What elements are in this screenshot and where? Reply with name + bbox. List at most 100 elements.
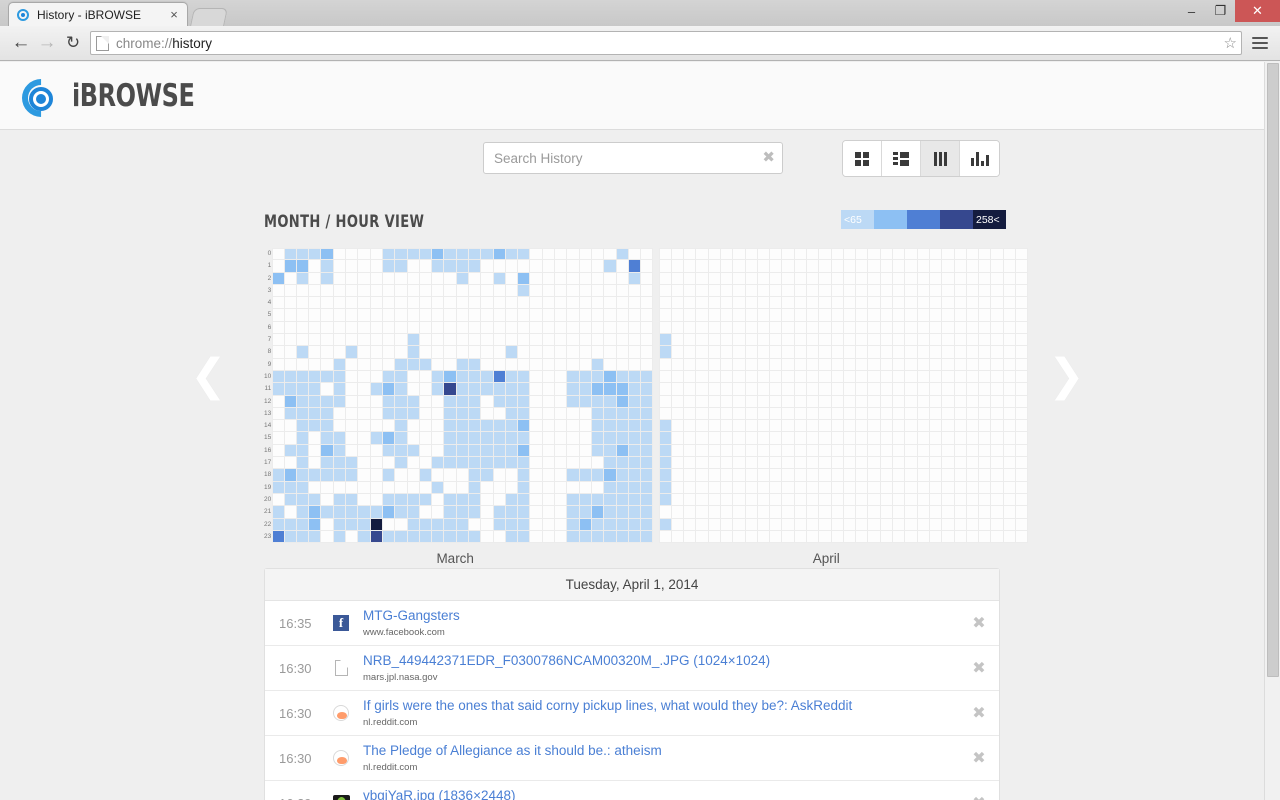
heatmap-cell[interactable] [696, 457, 709, 470]
heatmap-cell[interactable] [856, 530, 869, 544]
heatmap-cell[interactable] [708, 469, 721, 482]
heatmap-cell[interactable] [407, 358, 420, 371]
heatmap-day-column[interactable] [358, 248, 371, 544]
heatmap-cell[interactable] [641, 346, 654, 359]
heatmap-cell[interactable] [530, 481, 543, 494]
heatmap-cell[interactable] [929, 260, 943, 273]
heatmap-cell[interactable] [807, 297, 820, 310]
heatmap-cell[interactable] [991, 248, 1004, 261]
scrollbar-thumb[interactable] [1267, 63, 1279, 677]
heatmap-day-column[interactable] [567, 248, 580, 544]
heatmap-day-column[interactable] [542, 248, 556, 544]
heatmap-cell[interactable] [708, 346, 721, 359]
heatmap-cell[interactable] [671, 530, 685, 544]
heatmap-day-column[interactable] [296, 248, 310, 544]
heatmap-cell[interactable] [493, 457, 506, 470]
heatmap-cell[interactable] [733, 518, 746, 531]
heatmap-cell[interactable] [407, 506, 420, 519]
heatmap-cell[interactable] [272, 248, 285, 261]
heatmap-cell[interactable] [641, 420, 654, 433]
heatmap-cell[interactable] [346, 272, 359, 285]
heatmap-cell[interactable] [468, 432, 482, 445]
heatmap-cell[interactable] [659, 346, 672, 359]
heatmap-cell[interactable] [843, 248, 857, 261]
heatmap-cell[interactable] [567, 358, 580, 371]
heatmap-cell[interactable] [407, 518, 420, 531]
heatmap-cell[interactable] [794, 370, 807, 384]
heatmap-cell[interactable] [745, 346, 758, 359]
heatmap-cell[interactable] [591, 370, 605, 384]
heatmap-cell[interactable] [284, 346, 297, 359]
heatmap-cell[interactable] [309, 334, 322, 347]
heatmap-cell[interactable] [505, 469, 519, 482]
heatmap-cell[interactable] [991, 444, 1004, 458]
heatmap-cell[interactable] [628, 321, 642, 335]
heatmap-cell[interactable] [309, 444, 322, 458]
heatmap-cell[interactable] [505, 272, 519, 285]
heatmap-cell[interactable] [880, 469, 894, 482]
heatmap-cell[interactable] [856, 358, 869, 371]
heatmap-cell[interactable] [493, 297, 506, 310]
heatmap-cell[interactable] [917, 457, 930, 470]
heatmap-cell[interactable] [856, 321, 869, 335]
heatmap-cell[interactable] [555, 248, 568, 261]
heatmap-cell[interactable] [395, 444, 408, 458]
heatmap-cell[interactable] [395, 321, 408, 335]
history-row[interactable]: 16:30 The Pledge of Allegiance as it shou… [265, 736, 999, 781]
heatmap-cell[interactable] [641, 395, 654, 408]
heatmap-cell[interactable] [616, 506, 629, 519]
heatmap-cell[interactable] [530, 309, 543, 322]
heatmap-cell[interactable] [567, 432, 580, 445]
heatmap-cell[interactable] [831, 469, 844, 482]
heatmap-cell[interactable] [567, 493, 580, 507]
heatmap-cell[interactable] [868, 481, 881, 494]
heatmap-cell[interactable] [333, 272, 347, 285]
heatmap-cell[interactable] [407, 346, 420, 359]
heatmap-cell[interactable] [604, 321, 617, 335]
heatmap-cell[interactable] [794, 334, 807, 347]
heatmap-cell[interactable] [880, 518, 894, 531]
heatmap-cell[interactable] [659, 309, 672, 322]
heatmap-cell[interactable] [284, 444, 297, 458]
heatmap-cell[interactable] [346, 260, 359, 273]
heatmap-cell[interactable] [929, 346, 943, 359]
heatmap-cell[interactable] [942, 284, 955, 298]
heatmap-cell[interactable] [671, 481, 685, 494]
heatmap-cell[interactable] [979, 420, 992, 433]
heatmap-cell[interactable] [284, 248, 297, 261]
heatmap-cell[interactable] [468, 321, 482, 335]
heatmap-cell[interactable] [333, 321, 347, 335]
heatmap-cell[interactable] [284, 383, 297, 396]
heatmap-cell[interactable] [979, 530, 992, 544]
search-input[interactable] [483, 142, 783, 174]
heatmap-cell[interactable] [745, 321, 758, 335]
heatmap-cell[interactable] [604, 309, 617, 322]
heatmap-cell[interactable] [880, 481, 894, 494]
heatmap-cell[interactable] [905, 395, 918, 408]
heatmap-day-column[interactable] [641, 248, 654, 544]
heatmap-cell[interactable] [468, 493, 482, 507]
heatmap-cell[interactable] [684, 457, 697, 470]
heatmap-cell[interactable] [481, 469, 494, 482]
heatmap-cell[interactable] [407, 321, 420, 335]
heatmap-cell[interactable] [432, 493, 445, 507]
heatmap-cell[interactable] [456, 309, 469, 322]
heatmap-cell[interactable] [456, 481, 469, 494]
heatmap-cell[interactable] [542, 506, 556, 519]
heatmap-cell[interactable] [468, 518, 482, 531]
heatmap-cell[interactable] [407, 469, 420, 482]
heatmap-cell[interactable] [468, 260, 482, 273]
heatmap-cell[interactable] [419, 481, 433, 494]
heatmap-cell[interactable] [696, 248, 709, 261]
heatmap-cell[interactable] [555, 260, 568, 273]
heatmap-cell[interactable] [481, 432, 494, 445]
heatmap-cell[interactable] [905, 321, 918, 335]
heatmap-cell[interactable] [505, 260, 519, 273]
heatmap-cell[interactable] [671, 432, 685, 445]
heatmap-cell[interactable] [555, 284, 568, 298]
heatmap-cell[interactable] [917, 346, 930, 359]
heatmap-cell[interactable] [991, 370, 1004, 384]
heatmap-cell[interactable] [444, 260, 457, 273]
heatmap-cell[interactable] [505, 395, 519, 408]
heatmap-cell[interactable] [358, 420, 371, 433]
